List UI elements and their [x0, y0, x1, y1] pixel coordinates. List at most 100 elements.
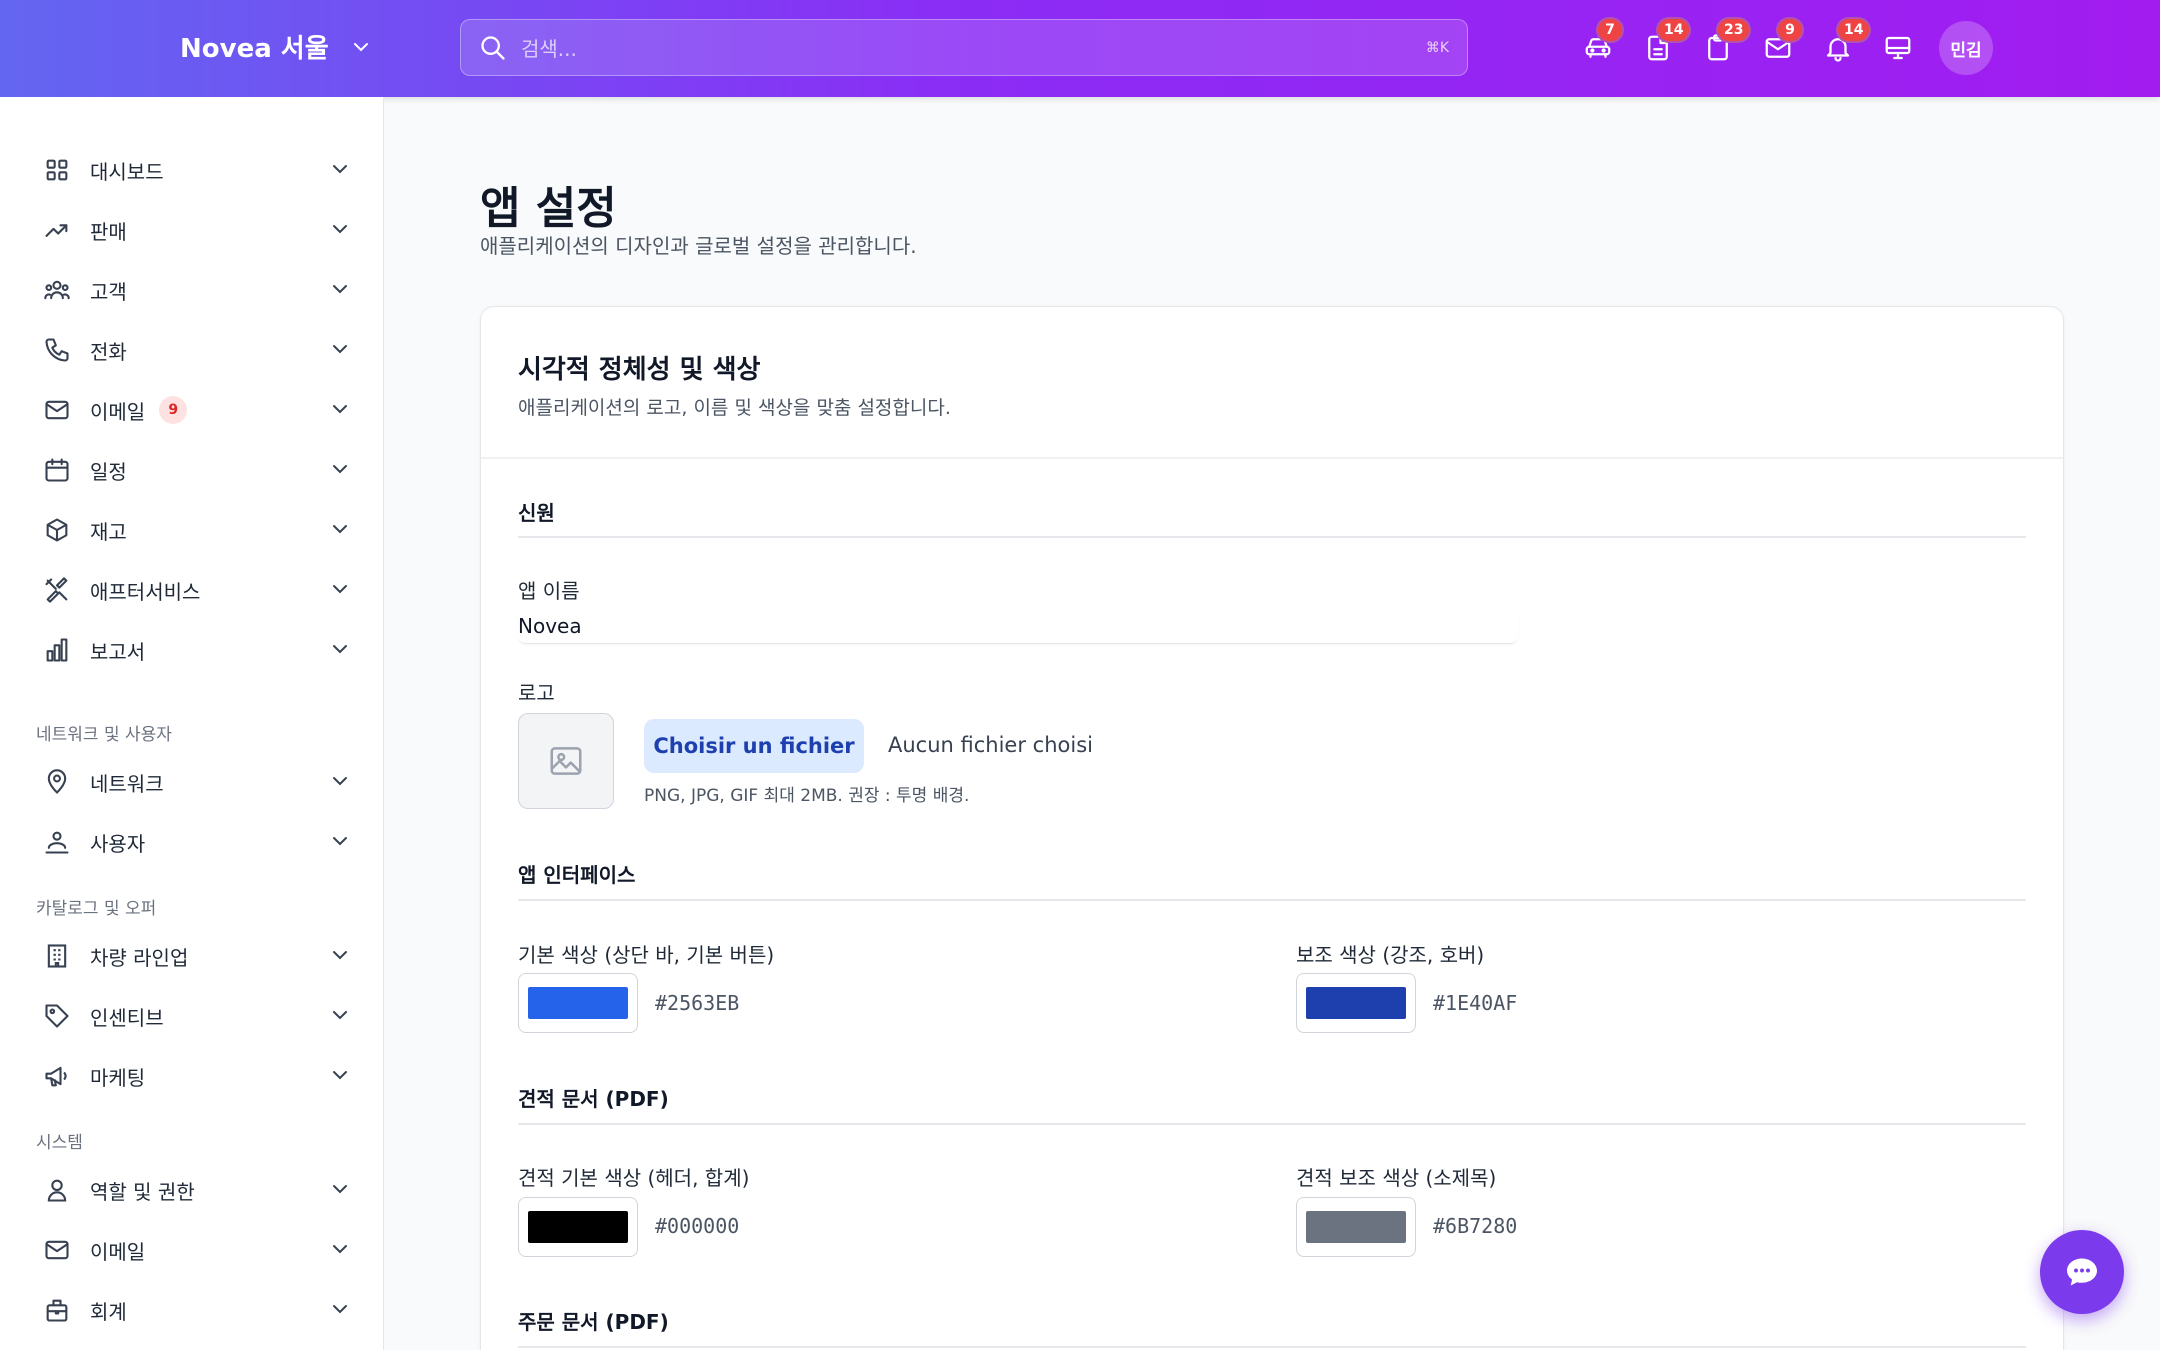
search-placeholder: 검색... [521, 37, 577, 61]
chevron-down-icon [333, 465, 347, 474]
section-label-system: 시스템 [36, 1133, 83, 1153]
sidebar-item-after-service[interactable]: 애프터서비스 [42, 565, 352, 615]
tag-icon [45, 1004, 69, 1028]
primary-color-hex: #2563EB [655, 991, 740, 1015]
sidebar-item-label: 보고서 [90, 639, 146, 664]
primary-color-swatch [528, 987, 628, 1019]
sidebar-item-dashboard[interactable]: 대시보드 [42, 145, 352, 195]
notifications-button[interactable]: 14 [1808, 17, 1872, 69]
app-name-label: 앱 이름 [518, 579, 580, 603]
file-hint: PNG, JPG, GIF 최대 2MB. 권장 : 투명 배경. [644, 786, 970, 806]
sidebar-item-users[interactable]: 사용자 [42, 817, 352, 867]
sidebar-item-label: 일정 [90, 459, 127, 484]
notification-badge: 23 [1716, 17, 1752, 43]
logo-label: 로고 [518, 681, 555, 705]
sidebar-item-label: 이메일 [90, 399, 146, 424]
divider [518, 536, 2026, 538]
chevron-down-icon [333, 1011, 347, 1020]
notification-badge: 9 [1776, 17, 1804, 43]
sidebar-item-accounting[interactable]: 회계 [42, 1285, 352, 1335]
sidebar-item-incentives[interactable]: 인센티브 [42, 991, 352, 1041]
users-icon [44, 280, 70, 300]
quote-secondary-color-picker[interactable] [1296, 1197, 1416, 1257]
chevron-down-icon [333, 777, 347, 786]
sidebar-item-sales[interactable]: 판매 [42, 205, 352, 255]
documents-button[interactable]: 14 [1628, 17, 1692, 69]
section-label-network: 네트워크 및 사용자 [36, 725, 172, 745]
user-group-icon [45, 831, 69, 854]
sidebar-item-vehicle-lineup[interactable]: 차량 라인업 [42, 931, 352, 981]
sidebar-item-schedule[interactable]: 일정 [42, 445, 352, 495]
divider [481, 457, 2063, 459]
sidebar: 대시보드 판매 고객 전화 이메일 9 일정 재고 애프터서비스 보고서 네트워… [0, 97, 384, 1350]
divider [518, 899, 2026, 901]
notification-badge: 14 [1656, 17, 1692, 43]
page-subtitle: 애플리케이션의 디자인과 글로벌 설정을 관리합니다. [480, 234, 917, 258]
chat-button[interactable] [2040, 1230, 2124, 1314]
sidebar-item-system-email[interactable]: 이메일 [42, 1225, 352, 1275]
identity-heading: 신원 [518, 501, 555, 525]
chevron-down-icon [333, 525, 347, 534]
sidebar-item-label: 회계 [90, 1299, 127, 1324]
sidebar-item-inventory[interactable]: 재고 [42, 505, 352, 555]
quote-secondary-color-hex: #6B7280 [1433, 1214, 1518, 1238]
chevron-down-icon [333, 1305, 347, 1314]
sidebar-item-calls[interactable]: 전화 [42, 325, 352, 375]
avatar[interactable]: 민김 [1939, 21, 1993, 75]
mail-icon [45, 400, 69, 420]
sidebar-item-label: 차량 라인업 [90, 945, 189, 970]
secondary-color-label: 보조 색상 (강조, 호버) [1296, 943, 1485, 967]
car-button[interactable]: 7 [1568, 17, 1628, 69]
megaphone-icon [45, 1066, 67, 1087]
briefcase-icon [46, 1299, 68, 1322]
map-pin-icon [47, 769, 67, 794]
chevron-down-icon [353, 42, 368, 51]
chevron-down-icon [333, 285, 347, 294]
search-shortcut: ⌘K [1425, 39, 1449, 56]
mail-icon [45, 1240, 69, 1260]
sidebar-item-email[interactable]: 이메일 9 [42, 385, 352, 435]
interface-heading: 앱 인터페이스 [518, 863, 636, 887]
chevron-down-icon [333, 645, 347, 654]
card-subtitle: 애플리케이션의 로고, 이름 및 색상을 맞춤 설정합니다. [518, 397, 951, 419]
visual-identity-card: 시각적 정체성 및 색상 애플리케이션의 로고, 이름 및 색상을 맞춤 설정합… [480, 306, 2064, 1350]
secondary-color-picker[interactable] [1296, 973, 1416, 1033]
chevron-down-icon [333, 405, 347, 414]
quote-secondary-color-swatch [1306, 1211, 1406, 1243]
choose-file-button[interactable]: Choisir un fichier [644, 719, 864, 773]
chat-icon [2067, 1258, 2097, 1286]
chevron-down-icon [333, 585, 347, 594]
search-input[interactable]: 검색... ⌘K [460, 19, 1468, 76]
sidebar-item-marketing[interactable]: 마케팅 [42, 1051, 352, 1101]
chevron-down-icon [333, 165, 347, 174]
sidebar-item-reports[interactable]: 보고서 [42, 625, 352, 675]
brand-name: Novea 서울 [180, 34, 329, 64]
building-icon [47, 944, 67, 968]
primary-color-picker[interactable] [518, 973, 638, 1033]
email-count-badge: 9 [159, 396, 188, 424]
sidebar-item-network[interactable]: 네트워크 [42, 757, 352, 807]
top-bar: Novea 서울 검색... ⌘K 7 14 23 9 14 민김 [0, 0, 2160, 97]
quote-primary-color-picker[interactable] [518, 1197, 638, 1257]
sidebar-item-customers[interactable]: 고객 [42, 265, 352, 315]
card-title: 시각적 정체성 및 색상 [518, 355, 761, 385]
chevron-down-icon [333, 837, 347, 846]
section-label-catalog: 카탈로그 및 오퍼 [36, 899, 157, 919]
display-button[interactable] [1868, 27, 1928, 69]
brand-switcher[interactable]: Novea 서울 [180, 28, 373, 65]
sidebar-item-label: 마케팅 [90, 1065, 146, 1090]
sidebar-item-label: 전화 [90, 339, 127, 364]
box-icon [46, 518, 68, 542]
quote-secondary-color-label: 견적 보조 색상 (소제목) [1296, 1166, 1497, 1190]
app-name-input[interactable]: Novea [518, 614, 1518, 644]
quote-primary-color-hex: #000000 [655, 1214, 740, 1238]
chevron-down-icon [333, 1071, 347, 1080]
notification-badge: 7 [1596, 17, 1624, 43]
divider [518, 1346, 2026, 1348]
mail-button[interactable]: 9 [1748, 17, 1808, 69]
search-icon [481, 35, 505, 60]
tasks-button[interactable]: 23 [1688, 17, 1752, 69]
sidebar-item-label: 판매 [90, 219, 127, 244]
sidebar-item-label: 네트워크 [90, 771, 164, 796]
sidebar-item-roles[interactable]: 역할 및 권한 [42, 1165, 352, 1215]
